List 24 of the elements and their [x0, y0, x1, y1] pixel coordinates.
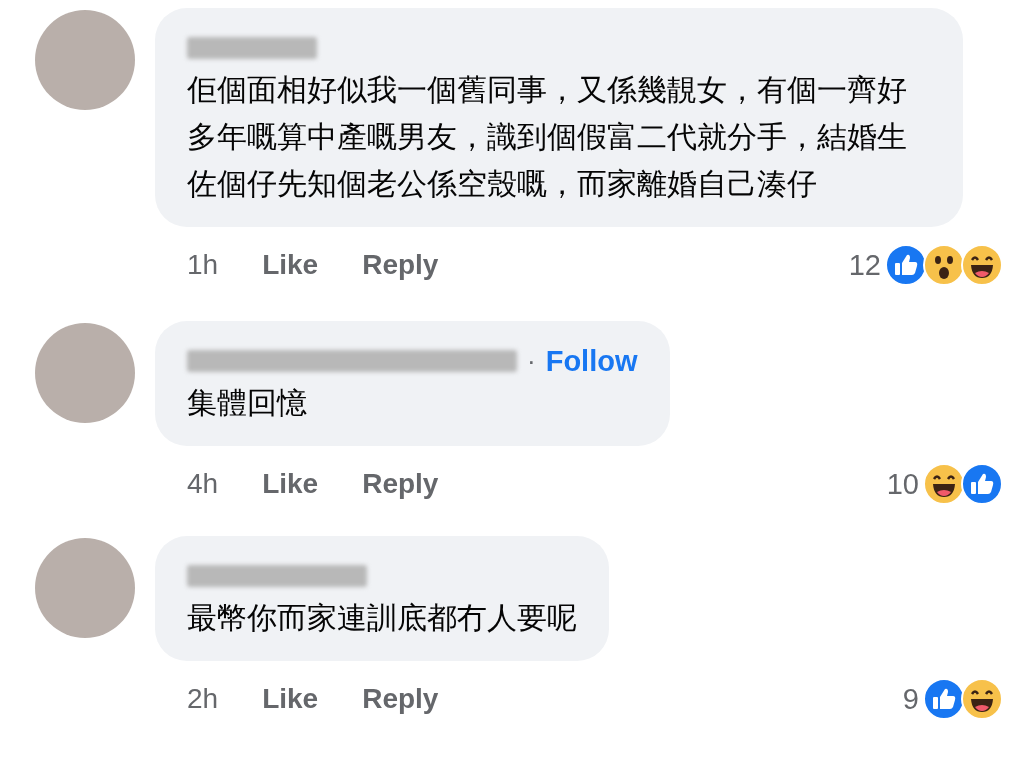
reply-button[interactable]: Reply — [362, 683, 439, 715]
comment-time: 2h — [187, 683, 219, 715]
like-reaction-icon — [961, 463, 1003, 505]
separator-dot: · — [527, 345, 536, 377]
like-reaction-icon — [885, 244, 927, 286]
laughing-face-icon — [961, 678, 1003, 720]
comment-text: 集體回憶 — [187, 385, 308, 421]
like-reaction-icon — [923, 678, 965, 720]
laughing-face-icon — [923, 463, 965, 505]
like-button[interactable]: Like — [262, 249, 319, 281]
laughing-face-icon — [961, 244, 1003, 286]
like-button[interactable]: Like — [262, 468, 319, 500]
surprised-face-icon — [923, 244, 965, 286]
comment-text: 最幣你而家連訓底都冇人要呢 — [187, 600, 577, 636]
reaction-count: 12 — [848, 248, 881, 282]
like-button[interactable]: Like — [262, 683, 319, 715]
reply-button[interactable]: Reply — [362, 249, 439, 281]
reaction-count: 9 — [902, 682, 919, 716]
comment-time: 4h — [187, 468, 219, 500]
comment-time: 1h — [187, 249, 219, 281]
follow-link[interactable]: Follow — [545, 344, 638, 378]
reaction-count: 10 — [886, 467, 919, 501]
comment-text: 佢個面相好似我一個舊同事，又係幾靚女，有個一齊好多年嘅算中產嘅男友，識到個假富二代就分手，結婚生佐個仔先知個老公係空殼嘅，而家離婚自己湊仔 — [187, 72, 908, 202]
reply-button[interactable]: Reply — [362, 468, 439, 500]
